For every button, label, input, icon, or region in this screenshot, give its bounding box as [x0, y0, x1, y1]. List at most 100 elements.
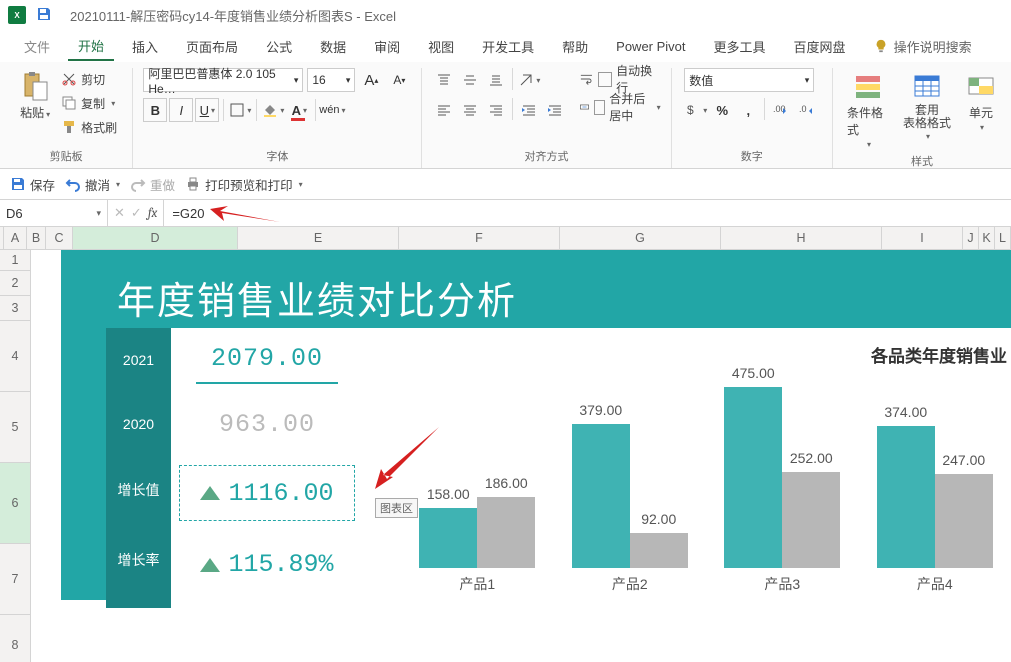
bar-series-b[interactable]: [935, 474, 993, 568]
cut-button[interactable]: 剪切: [61, 68, 117, 90]
tab-layout[interactable]: 页面布局: [176, 33, 248, 60]
col-header-K[interactable]: K: [979, 227, 995, 249]
col-header-D[interactable]: D: [73, 227, 238, 249]
row-header-5[interactable]: 5: [0, 392, 30, 463]
row-header-3[interactable]: 3: [0, 296, 30, 321]
col-header-I[interactable]: I: [882, 227, 963, 249]
worksheet[interactable]: 年度销售业绩对比分析 2021 2020 增长值 增长率 2079.00 963…: [31, 250, 1011, 662]
align-right-button[interactable]: [484, 98, 508, 122]
tab-formulas[interactable]: 公式: [256, 33, 302, 60]
col-header-A[interactable]: A: [4, 227, 27, 249]
tab-dev[interactable]: 开发工具: [472, 33, 544, 60]
row-header-2[interactable]: 2: [0, 271, 30, 296]
merge-center-button[interactable]: 合并后居中: [579, 96, 660, 118]
bar-series-b[interactable]: [630, 533, 688, 568]
group-align: 自动换行 合并后居中 对齐方式: [422, 68, 671, 168]
inc-decimal-button[interactable]: .00: [769, 98, 793, 122]
tab-help[interactable]: 帮助: [552, 33, 598, 60]
fill-color-button[interactable]: [261, 98, 285, 122]
accounting-button[interactable]: $: [684, 98, 708, 122]
col-header-E[interactable]: E: [238, 227, 399, 249]
undo-button[interactable]: 撤消: [65, 175, 120, 194]
align-bottom-button[interactable]: [484, 68, 508, 92]
bar-series-b[interactable]: [477, 497, 535, 568]
bar-series-a[interactable]: [724, 387, 782, 568]
tab-more[interactable]: 更多工具: [704, 33, 776, 60]
tab-pivot[interactable]: Power Pivot: [606, 35, 695, 58]
bar-value-a: 374.00: [877, 404, 935, 420]
align-left-button[interactable]: [432, 98, 456, 122]
align-middle-button[interactable]: [458, 68, 482, 92]
fx-icon[interactable]: fx: [148, 206, 158, 221]
dec-decimal-button[interactable]: .0: [795, 98, 819, 122]
print-preview-button[interactable]: 打印预览和打印: [185, 175, 303, 194]
indent-inc-button[interactable]: [543, 98, 567, 122]
font-color-button[interactable]: A: [287, 98, 311, 122]
orientation-button[interactable]: [517, 68, 541, 92]
name-box-dropdown-icon[interactable]: ▾: [96, 208, 101, 219]
align-top-button[interactable]: [432, 68, 456, 92]
italic-button[interactable]: I: [169, 98, 193, 122]
tell-me[interactable]: 操作说明搜索: [874, 37, 972, 56]
increase-font-button[interactable]: A▴: [359, 68, 383, 92]
phonetic-button[interactable]: wén: [320, 98, 344, 122]
paste-button[interactable]: 粘贴: [15, 68, 55, 123]
font-size-combo[interactable]: 16▾: [307, 68, 355, 92]
col-header-B[interactable]: B: [27, 227, 46, 249]
growth-rate-row: 115.89%: [171, 550, 363, 579]
copy-button[interactable]: 复制: [61, 92, 117, 114]
format-painter-button[interactable]: 格式刷: [61, 116, 117, 138]
align-center-button[interactable]: [458, 98, 482, 122]
indent-r-icon: [547, 102, 563, 118]
cell-style-button[interactable]: 单元: [961, 68, 1001, 134]
comma-button[interactable]: ,: [736, 98, 760, 122]
tab-review[interactable]: 审阅: [364, 33, 410, 60]
tab-insert[interactable]: 插入: [122, 33, 168, 60]
bold-button[interactable]: B: [143, 98, 167, 122]
up-triangle-icon: [200, 486, 220, 500]
name-box[interactable]: D6 ▾: [0, 200, 108, 226]
chart-area[interactable]: 各品类年度销售业 图表区 158.00186.00产品1379.0092.00产…: [361, 328, 1011, 608]
save-qat-icon[interactable]: [36, 6, 52, 25]
tab-home[interactable]: 开始: [68, 32, 114, 61]
border-button[interactable]: [228, 98, 252, 122]
formula-bar[interactable]: =G20: [164, 200, 1011, 226]
excel-logo-icon: X: [8, 6, 26, 24]
table-format-button[interactable]: 套用 表格格式: [899, 68, 955, 143]
row-header-7[interactable]: 7: [0, 544, 30, 615]
col-header-F[interactable]: F: [399, 227, 560, 249]
col-header-H[interactable]: H: [721, 227, 882, 249]
cond-format-button[interactable]: 条件格式: [843, 68, 893, 151]
enter-fx-button[interactable]: ✓: [131, 205, 142, 221]
bucket-icon: [262, 102, 278, 118]
bar-series-b[interactable]: [782, 472, 840, 568]
tab-file[interactable]: 文件: [14, 33, 60, 60]
col-header-G[interactable]: G: [560, 227, 721, 249]
tab-data[interactable]: 数据: [310, 33, 356, 60]
row-header-1[interactable]: 1: [0, 250, 30, 271]
indent-dec-button[interactable]: [517, 98, 541, 122]
font-name-combo[interactable]: 阿里巴巴普惠体 2.0 105 He…▾: [143, 68, 303, 92]
bar-series-a[interactable]: [572, 424, 630, 568]
decrease-font-button[interactable]: A▾: [387, 68, 411, 92]
wrap-text-button[interactable]: 自动换行: [579, 68, 660, 90]
cancel-fx-button[interactable]: ✕: [114, 205, 125, 221]
bar-series-a[interactable]: [877, 426, 935, 568]
al-l-icon: [436, 102, 452, 118]
row-header-6[interactable]: 6: [0, 463, 30, 544]
qat-row: 保存 撤消 重做 打印预览和打印: [0, 169, 1011, 200]
percent-button[interactable]: %: [710, 98, 734, 122]
row-header-8[interactable]: 8: [0, 615, 30, 662]
tab-view[interactable]: 视图: [418, 33, 464, 60]
col-header-J[interactable]: J: [963, 227, 979, 249]
row-header-4[interactable]: 4: [0, 321, 30, 392]
redo-button[interactable]: 重做: [130, 175, 175, 194]
selected-cell-d6[interactable]: 1116.00: [179, 465, 355, 521]
save-button[interactable]: 保存: [10, 175, 55, 194]
col-header-L[interactable]: L: [995, 227, 1011, 249]
number-format-combo[interactable]: 数值▾: [684, 68, 814, 92]
col-header-C[interactable]: C: [46, 227, 73, 249]
tab-baidu[interactable]: 百度网盘: [784, 33, 856, 60]
underline-button[interactable]: U: [195, 98, 219, 122]
bar-series-a[interactable]: [419, 508, 477, 568]
